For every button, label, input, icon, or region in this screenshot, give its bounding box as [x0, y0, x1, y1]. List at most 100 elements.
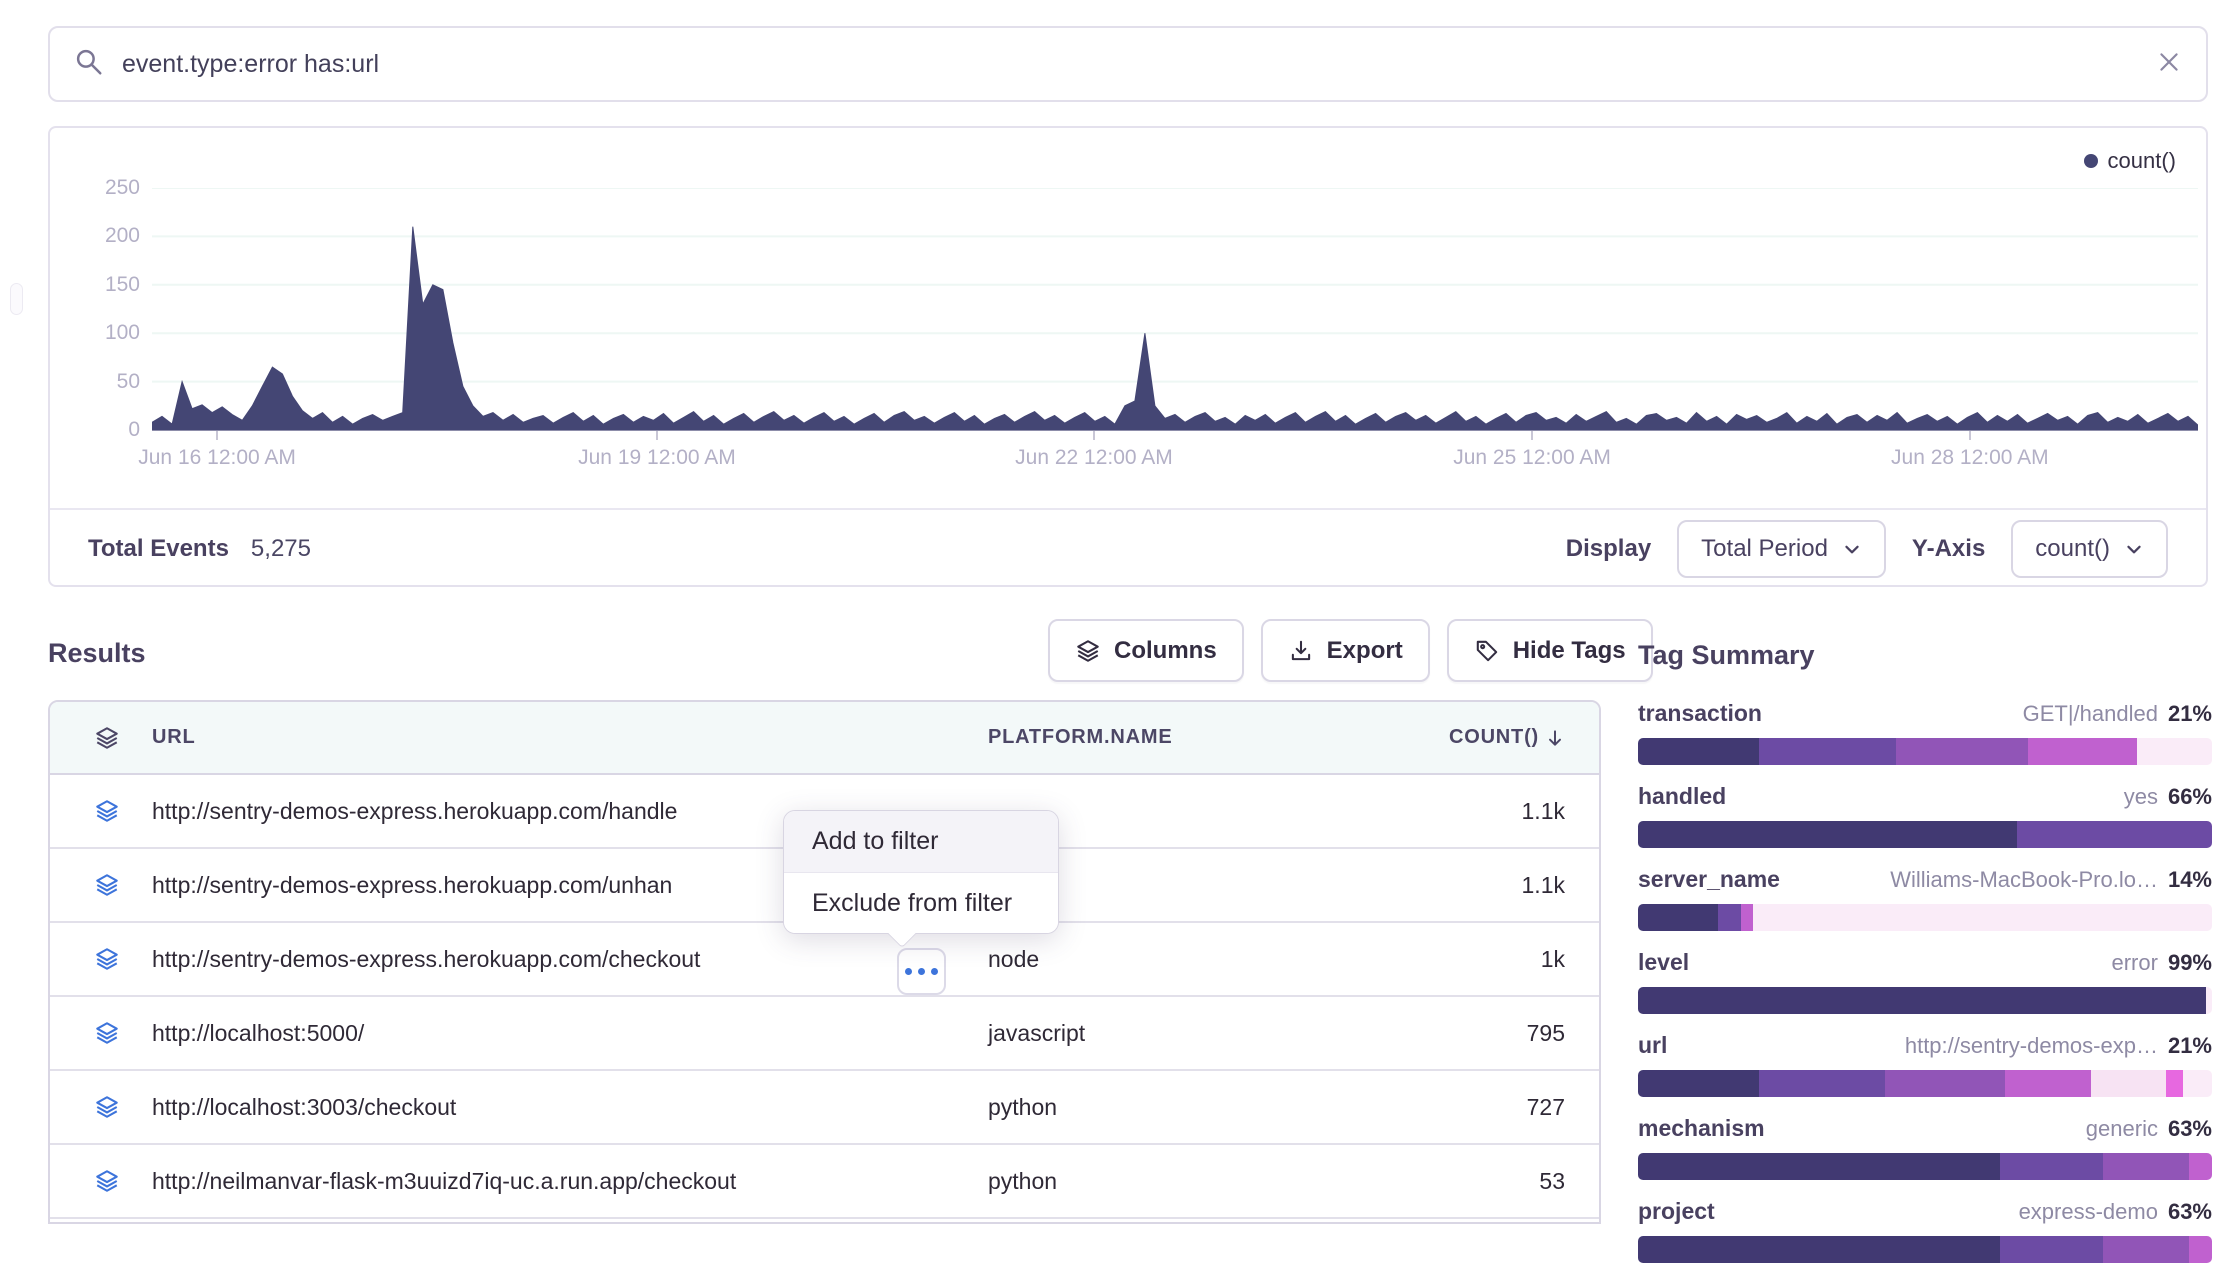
tag-bar-segment[interactable] — [2103, 1236, 2189, 1263]
results-table: URL PLATFORM.NAME COUNT() http://sentry-… — [48, 700, 1601, 1224]
url-cell[interactable]: http://localhost:5000/ — [138, 1020, 980, 1047]
platform-cell: javascript — [980, 1020, 1405, 1047]
table-row[interactable]: http://neilmanvar-flask-m3uuizd7iq-uc.a.… — [50, 1145, 1599, 1219]
tag-percent: 21% — [2168, 701, 2212, 727]
tag-name: mechanism — [1638, 1115, 1765, 1142]
y-axis-label: 50 — [66, 371, 140, 393]
display-label: Display — [1566, 535, 1651, 563]
tag-bar-segment[interactable] — [1759, 738, 1897, 765]
tag-distribution-bar[interactable] — [1638, 1236, 2212, 1263]
tag-percent: 63% — [2168, 1199, 2212, 1225]
y-axis-label: 150 — [66, 274, 140, 296]
menu-item-add-to-filter[interactable]: Add to filter — [784, 811, 1058, 872]
table-row[interactable]: http://sentry-demos-express.herokuapp.co… — [50, 923, 1599, 997]
column-header-url[interactable]: URL — [138, 726, 980, 749]
tag-bar-segment[interactable] — [2137, 738, 2212, 765]
tag-bar-segment[interactable] — [1638, 738, 1759, 765]
tag-top-value: GET|/handled — [2023, 701, 2158, 727]
tag-entry-server_name: server_name Williams-MacBook-Pro.lo… 14% — [1638, 866, 2212, 931]
toolbar-button-hide-tags[interactable]: Hide Tags — [1447, 619, 1653, 682]
tag-distribution-bar[interactable] — [1638, 904, 2212, 931]
tag-bar-segment[interactable] — [2091, 1070, 2166, 1097]
url-cell[interactable]: http://neilmanvar-flask-m3uuizd7iq-uc.a.… — [138, 1168, 980, 1195]
layers-icon — [76, 1168, 138, 1194]
menu-item-exclude-from-filter[interactable]: Exclude from filter — [784, 872, 1058, 933]
search-input[interactable] — [120, 49, 2156, 80]
tag-bar-segment[interactable] — [1753, 904, 2212, 931]
yaxis-dropdown[interactable]: count() — [2011, 520, 2168, 578]
events-chart-panel: count() 050100150200250 Jun 16 12:00 AMJ… — [48, 126, 2208, 587]
clear-search-icon[interactable] — [2156, 49, 2182, 80]
tag-bar-segment[interactable] — [2017, 821, 2212, 848]
tag-bar-segment[interactable] — [1638, 821, 2017, 848]
tag-bar-segment[interactable] — [1638, 1070, 1759, 1097]
chevron-down-icon — [1842, 539, 1862, 559]
tag-bar-segment[interactable] — [2000, 1153, 2103, 1180]
tag-distribution-bar[interactable] — [1638, 987, 2212, 1014]
sidebar-collapse-handle[interactable] — [10, 283, 23, 315]
tag-summary-title: Tag Summary — [1638, 640, 2212, 671]
layers-icon — [76, 946, 138, 972]
chevron-down-icon — [2124, 539, 2144, 559]
tag-bar-segment[interactable] — [2103, 1153, 2189, 1180]
tag-distribution-bar[interactable] — [1638, 1153, 2212, 1180]
tag-bar-segment[interactable] — [2183, 1070, 2212, 1097]
tag-bar-segment[interactable] — [1885, 1070, 2006, 1097]
tag-distribution-bar[interactable] — [1638, 821, 2212, 848]
tag-entry-level: level error 99% — [1638, 949, 2212, 1014]
x-axis-label: Jun 16 12:00 AM — [138, 446, 296, 470]
count-cell: 795 — [1405, 1020, 1565, 1047]
x-axis-tick — [1093, 431, 1095, 440]
tag-bar-segment[interactable] — [1759, 1070, 1885, 1097]
column-header-count[interactable]: COUNT() — [1405, 726, 1565, 749]
tag-name: server_name — [1638, 866, 1780, 893]
url-cell[interactable]: http://sentry-demos-express.herokuapp.co… — [138, 946, 980, 973]
tag-bar-segment[interactable] — [1741, 904, 1752, 931]
tag-bar-segment[interactable] — [2189, 1153, 2212, 1180]
toolbar-button-export[interactable]: Export — [1261, 619, 1430, 682]
tag-bar-segment[interactable] — [2000, 1236, 2103, 1263]
tag-bar-segment[interactable] — [2189, 1236, 2212, 1263]
tag-top-value: http://sentry-demos-exp… — [1905, 1033, 2158, 1059]
results-toolbar: Columns Export Hide Tags — [1048, 619, 1653, 682]
tag-distribution-bar[interactable] — [1638, 1070, 2212, 1097]
column-header-platform[interactable]: PLATFORM.NAME — [980, 726, 1405, 749]
tag-bar-segment[interactable] — [1718, 904, 1741, 931]
tag-distribution-bar[interactable] — [1638, 738, 2212, 765]
legend-label: count() — [2108, 148, 2176, 174]
tag-bar-segment[interactable] — [1638, 1236, 2000, 1263]
tag-percent: 21% — [2168, 1033, 2212, 1059]
tag-bar-segment[interactable] — [1638, 1153, 2000, 1180]
tag-bar-segment[interactable] — [2028, 738, 2137, 765]
chart-plot[interactable] — [152, 188, 2198, 431]
tag-entry-transaction: transaction GET|/handled 21% — [1638, 700, 2212, 765]
layers-icon — [76, 1094, 138, 1120]
tag-bar-segment[interactable] — [2166, 1070, 2183, 1097]
tag-name: transaction — [1638, 700, 1762, 727]
tag-bar-segment[interactable] — [2005, 1070, 2091, 1097]
cell-actions-button[interactable] — [897, 948, 946, 995]
url-cell[interactable]: http://localhost:3003/checkout — [138, 1094, 980, 1121]
tag-top-value: error — [2112, 950, 2158, 976]
tag-icon — [1474, 638, 1500, 664]
chart-footer: Total Events 5,275 Display Total Period … — [50, 508, 2206, 587]
display-dropdown[interactable]: Total Period — [1677, 520, 1886, 578]
tag-bar-segment[interactable] — [1638, 904, 1718, 931]
tag-bar-segment[interactable] — [1896, 738, 2028, 765]
tag-bar-segment[interactable] — [1638, 987, 2206, 1014]
platform-cell: python — [980, 1094, 1405, 1121]
tag-bar-segment[interactable] — [2206, 987, 2212, 1014]
toolbar-button-columns[interactable]: Columns — [1048, 619, 1244, 682]
total-events-label: Total Events — [88, 535, 229, 563]
x-axis-label: Jun 28 12:00 AM — [1891, 446, 2049, 470]
table-row[interactable]: http://localhost:3003/checkout python 72… — [50, 1071, 1599, 1145]
tag-percent: 66% — [2168, 784, 2212, 810]
tag-percent: 63% — [2168, 1116, 2212, 1142]
table-row[interactable]: http://localhost:5000/ javascript 795 — [50, 997, 1599, 1071]
layers-icon — [76, 725, 138, 751]
tag-top-value: generic — [2086, 1116, 2158, 1142]
legend-count[interactable]: count() — [2084, 148, 2176, 174]
count-cell: 1.1k — [1405, 872, 1565, 899]
count-cell: 727 — [1405, 1094, 1565, 1121]
tag-percent: 99% — [2168, 950, 2212, 976]
